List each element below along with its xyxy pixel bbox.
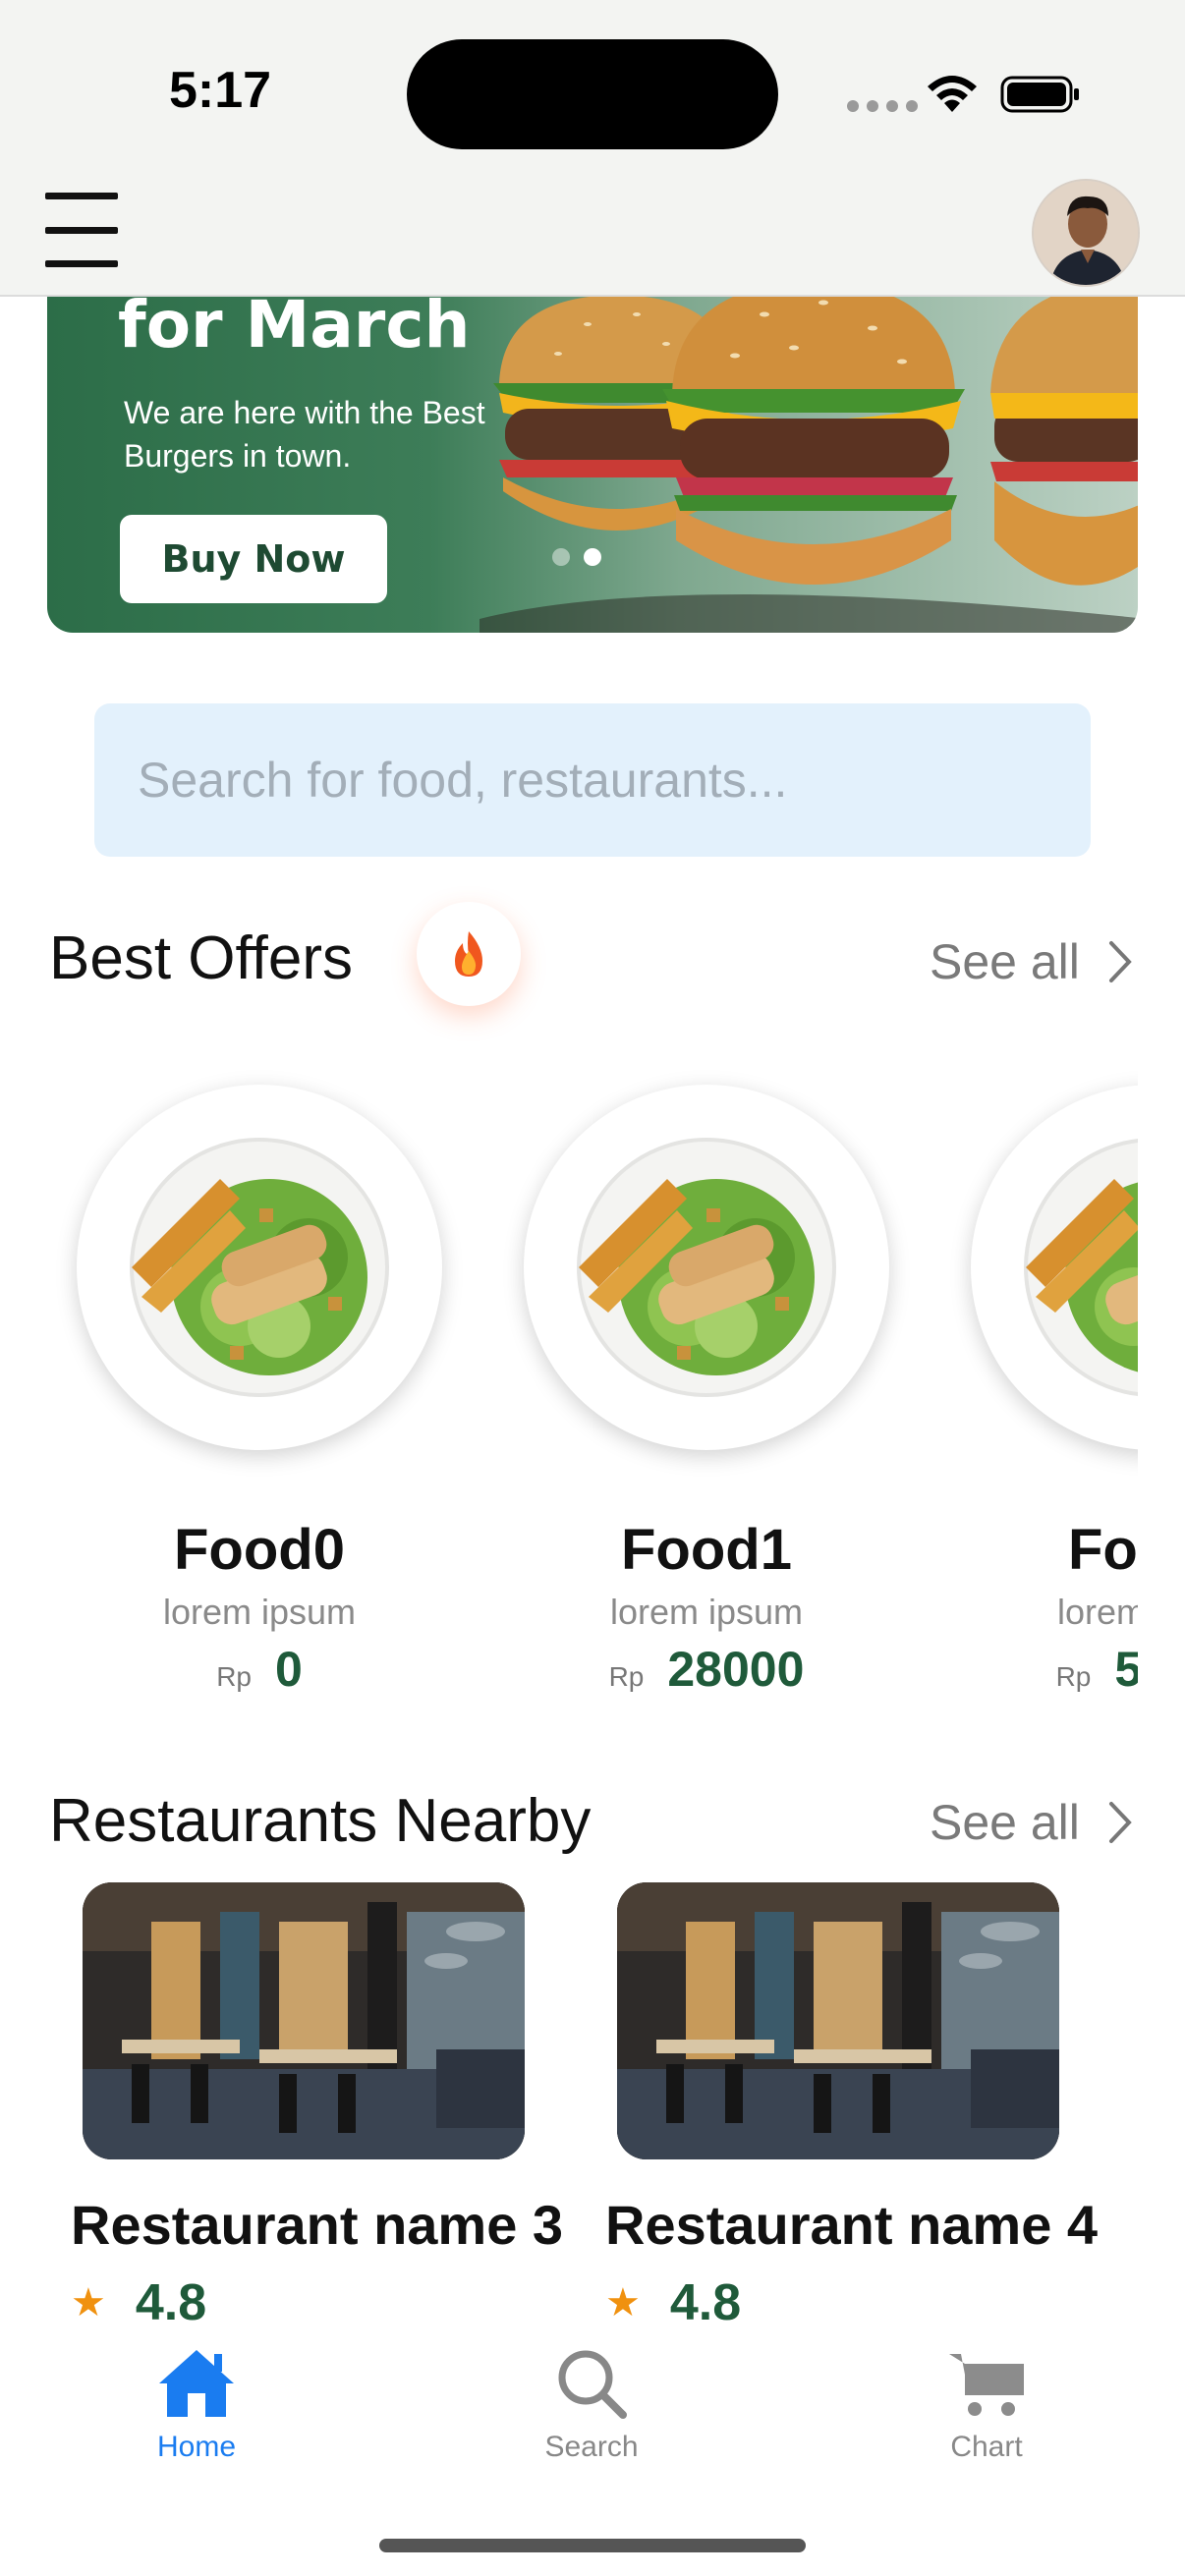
restaurants-nearby-title: Restaurants Nearby: [49, 1787, 592, 1855]
cart-icon: [949, 2354, 1024, 2416]
see-all-label: See all: [930, 934, 1080, 989]
price-currency: Rp: [1055, 1661, 1092, 1692]
best-offers-see-all[interactable]: See all: [930, 933, 1135, 990]
food-description: lorem ipsum: [1056, 1592, 1138, 1632]
food-card[interactable]: Food0 lorem ipsum Rp 0: [47, 1061, 442, 1729]
food-description: lorem ipsum: [162, 1592, 357, 1632]
salad-plate-icon: [130, 1138, 389, 1397]
food-card[interactable]: Food2 lorem ipsum Rp 56000: [941, 1061, 1138, 1729]
star-icon: ★: [605, 2281, 641, 2324]
menu-button[interactable]: [45, 193, 118, 267]
food-price: Rp 56000: [941, 1641, 1138, 1698]
food-name: Food1: [621, 1518, 792, 1582]
best-offers-title: Best Offers: [49, 924, 353, 992]
star-icon: ★: [71, 2281, 106, 2324]
food-name: Food0: [174, 1518, 345, 1582]
tab-chart[interactable]: Chart: [898, 2346, 1075, 2464]
food-card[interactable]: Food1 lorem ipsum Rp 28000: [494, 1061, 889, 1729]
chevron-right-icon: [1108, 941, 1132, 982]
food-description: lorem ipsum: [609, 1592, 804, 1632]
food-price: Rp 28000: [494, 1641, 919, 1698]
restaurant-name: Restaurant name 3: [71, 2194, 564, 2256]
home-indicator: [379, 2539, 806, 2552]
salad-plate-icon: [577, 1138, 836, 1397]
food-name: Food2: [1068, 1518, 1138, 1582]
price-amount: 56000: [1114, 1642, 1138, 1697]
home-icon: [159, 2350, 234, 2417]
restaurant-name: Restaurant name 4: [605, 2194, 1099, 2256]
top-bar: 5:17: [0, 0, 1185, 297]
status-time: 5:17: [169, 62, 272, 119]
food-price: Rp 0: [47, 1641, 472, 1698]
pagination-dot[interactable]: [552, 548, 570, 566]
buy-now-button[interactable]: Buy Now: [120, 515, 387, 603]
pagination-dot-active[interactable]: [584, 548, 601, 566]
search-input[interactable]: [138, 752, 1047, 809]
price-currency: Rp: [608, 1661, 645, 1692]
restaurant-interior-image: [617, 1882, 1059, 2159]
tab-label: Search: [544, 2431, 639, 2463]
restaurant-interior-image: [83, 1882, 525, 2159]
price-currency: Rp: [216, 1661, 252, 1692]
restaurants-see-all[interactable]: See all: [930, 1794, 1135, 1851]
salad-plate-icon: [1024, 1138, 1138, 1397]
fire-icon: [455, 931, 482, 977]
user-avatar-icon: [1034, 181, 1138, 285]
see-all-label: See all: [930, 1795, 1080, 1850]
battery-icon: [1000, 76, 1079, 113]
hamburger-menu-icon: [45, 193, 118, 199]
search-icon: [558, 2350, 627, 2419]
tab-search[interactable]: Search: [503, 2346, 680, 2464]
food-image: [77, 1085, 442, 1450]
burger-image: [480, 281, 1138, 633]
price-amount: 0: [274, 1642, 303, 1697]
wifi-icon: [928, 76, 977, 112]
search-bar[interactable]: [94, 703, 1091, 857]
tab-home[interactable]: Home: [108, 2346, 285, 2464]
fire-badge: [417, 902, 521, 1006]
cellular-signal-icon: [847, 100, 918, 112]
banner-title: for March: [118, 287, 471, 363]
promo-banner[interactable]: for March We are here with the Best Burg…: [47, 246, 1138, 633]
banner-pagination[interactable]: [552, 548, 601, 566]
tab-label: Home: [156, 2431, 237, 2463]
price-amount: 28000: [667, 1642, 805, 1697]
restaurant-image: [83, 1882, 525, 2159]
tab-label: Chart: [950, 2431, 1023, 2463]
best-offers-carousel[interactable]: Food0 lorem ipsum Rp 0 Food1 lorem ipsum…: [47, 1061, 1138, 1729]
restaurant-image: [617, 1882, 1059, 2159]
avatar[interactable]: [1032, 179, 1140, 287]
banner-subtitle: We are here with the Best Burgers in tow…: [124, 395, 485, 474]
food-image: [524, 1085, 889, 1450]
chevron-right-icon: [1108, 1802, 1132, 1843]
dynamic-island: [407, 39, 778, 149]
food-image: [971, 1085, 1138, 1450]
tab-bar: Home Search Chart: [0, 2321, 1185, 2576]
